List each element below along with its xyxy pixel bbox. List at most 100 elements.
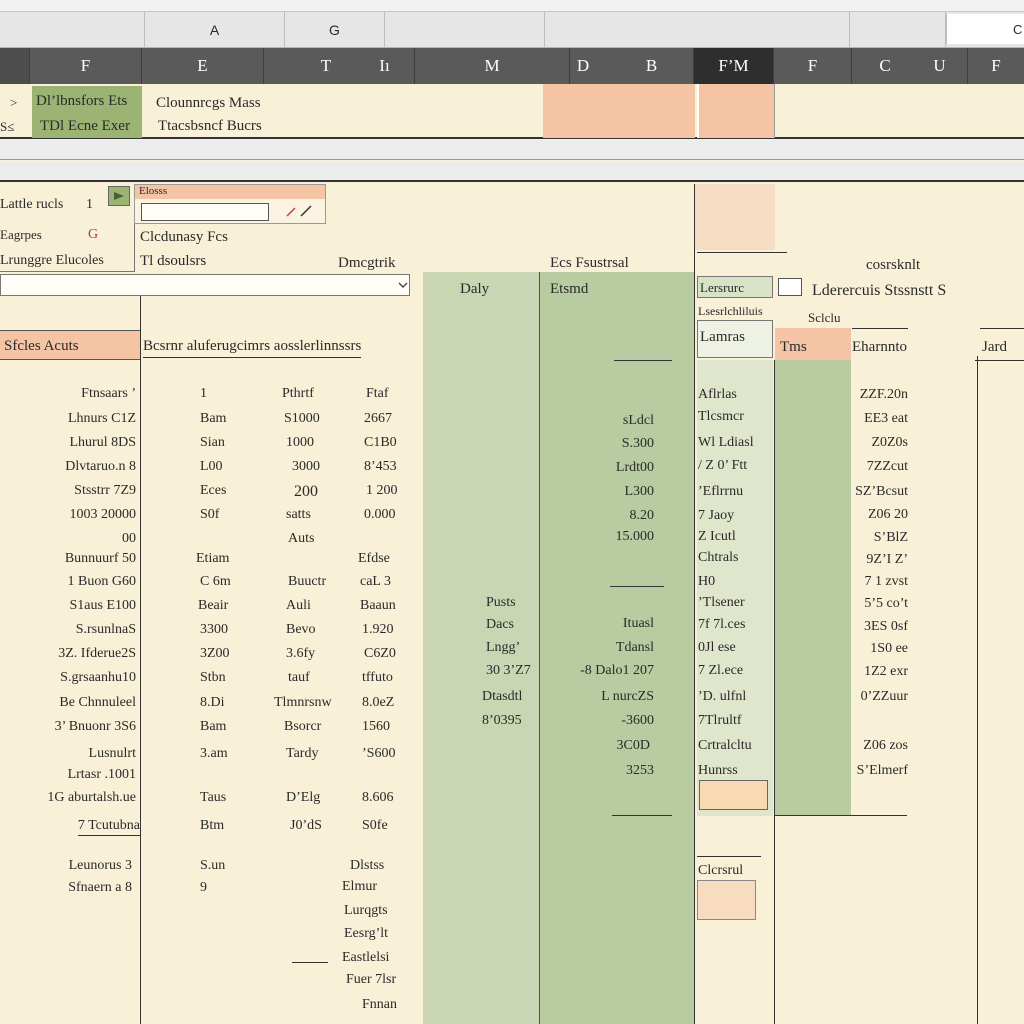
chevron-down-icon[interactable] [397,278,409,296]
header-cell-4[interactable]: Iı [355,48,415,84]
table-row[interactable]: 1003 20000 S0f satts 0.000 [0,505,420,525]
right-value: S’BlZ [873,530,908,545]
table-row[interactable]: 3Z. Ifderue2S 3Z00 3.6fy C6Z0 [0,644,420,664]
row-c1: Bam [200,411,227,426]
table-left: Ftnsaars ’ 1 Pthrtf Ftaf Lhnurs C1Z Bam … [0,384,420,844]
info-green-line: TDl Ecne Exer [40,118,130,134]
table-row[interactable]: S.rsunlnaS 3300 Bevo 1.920 [0,620,420,640]
right-peach-panel [695,184,775,250]
row-c3: ’S600 [362,746,396,761]
right-col-a: Tms [780,339,807,355]
row-c3: 8’453 [364,459,397,474]
right-value: 9Z’I Z’ [866,552,908,567]
header-corner[interactable] [0,48,30,84]
form-text-input[interactable] [141,203,269,221]
right-group-top: cosrsknlt [866,257,921,273]
header-cell-12[interactable]: F [968,48,1024,84]
row-c1: S0f [200,507,220,522]
footer-note: Dlstss [350,858,385,873]
header-cell-9[interactable]: F [774,48,852,84]
footer-row[interactable]: Leunorus 3 S.un [0,856,240,876]
row-name: S1aus E100 [69,598,137,613]
column-header-g[interactable]: G [285,12,385,48]
table-row[interactable]: Lrtasr .1001 [0,765,420,785]
right-bottom-input[interactable] [697,880,756,920]
row-c2: J0’dS [290,818,322,833]
right-cell: Chtrals [698,550,739,565]
row-c2: satts [286,507,311,522]
right-sub-label: Lsesrlchliluis [698,304,763,318]
header-cell-1[interactable]: F [30,48,142,84]
row-c1: 8.Di [200,695,225,710]
table-row[interactable]: 1G aburtalsh.ue Taus D’Elg 8.606 [0,788,420,808]
table-row[interactable]: Lhnurs C1Z Bam S1000 2667 [0,409,420,429]
column-header-blank[interactable] [0,12,145,48]
column-header-blank-2[interactable] [385,12,545,48]
form-line: Tl dsoulsrs [140,253,207,269]
row-c2: Bsorcr [284,719,322,734]
peach-highlight-cell-2[interactable] [697,84,774,138]
table-row[interactable]: Dlvtaruo.n 8 L00 3000 8’453 [0,457,420,477]
row-c3: 8.606 [362,790,394,805]
column-letter-bar: A G C [0,0,1024,48]
column-header-a[interactable]: A [145,12,285,48]
search-bar[interactable] [0,274,410,296]
right-cell: 7 Zl.ece [698,663,744,678]
column-header-blank-4[interactable] [850,12,946,48]
right-cell: 7 Jaoy [698,508,735,523]
row-c2: Auts [288,531,315,546]
mid-cell: 3C0D [616,738,650,753]
table-row[interactable]: Be Chnnuleel 8.Di Tlmnrsnw 8.0eZ [0,693,420,713]
expand-icon[interactable] [108,186,130,206]
table-row[interactable]: S1aus E100 Beair Auli Baaun [0,596,420,616]
right-value: 3ES 0sf [864,619,908,634]
row-c2: Tardy [286,746,319,761]
selected-cell[interactable] [699,780,768,810]
table-row[interactable]: 00 Auts [0,529,420,549]
row-c3: C1B0 [364,435,397,450]
left-caption: Bcsrnr aluferugcimrs aosslerlinnssrs [143,339,362,358]
row-c1: 3.am [200,746,228,761]
table-row[interactable]: 7 Tcutubna Btm J0’dS S0fe [0,816,420,836]
row-c2: 200 [294,483,318,500]
header-cell-11[interactable]: U [912,48,968,84]
pencil-icon[interactable] [285,203,317,223]
table-row[interactable]: Stsstrr 7Z9 Eces 200 1 200 [0,481,420,501]
header-cell-10[interactable]: C [852,48,918,84]
header-cell-7[interactable]: B [610,48,694,84]
table-row[interactable]: 1 Buon G60 C 6m Buuctr caL 3 [0,572,420,592]
date-cell: Pusts [486,595,516,610]
mid-cell: -8 Dalo1 207 [580,663,654,678]
footer-row[interactable]: Sfnaern a 8 9 [0,878,240,898]
column-header-blank-3[interactable] [545,12,850,48]
checkbox[interactable] [778,278,802,296]
row-c3: tffuto [362,670,393,685]
header-cell-2[interactable]: E [142,48,264,84]
footer-value: 9 [200,880,207,895]
ext-column-label: Etsmd [550,281,589,297]
row-name: 7 Tcutubna [77,819,140,836]
row-name: 1003 20000 [69,507,137,522]
date-cell: 8’0395 [482,713,522,728]
table-row[interactable]: Lusnulrt 3.am Tardy ’S600 [0,744,420,764]
row-c2: Pthrtf [282,386,314,401]
row-name: 00 [122,531,136,546]
right-cell: Tlcsmcr [698,409,744,424]
right-value: 7 1 zvst [864,574,908,589]
table-row[interactable]: Lhurul 8DS Sian 1000 C1B0 [0,433,420,453]
row-name: Bunnuurf 50 [64,551,136,566]
right-group-title: Lderercuis Stssnstt S [812,282,947,299]
row-c3: Baaun [360,598,396,613]
table-row[interactable]: Bunnuurf 50 Etiam Efdse [0,549,420,569]
right-col-b: Eharnnto [852,339,907,355]
table-row[interactable]: Ftnsaars ’ 1 Pthrtf Ftaf [0,384,420,404]
search-input[interactable] [1,275,396,295]
name-box[interactable]: C [946,14,1024,44]
header-cell-active[interactable]: F’M [694,48,774,84]
table-row[interactable]: S.grsaanhu10 Stbn tauf tffuto [0,668,420,688]
table-row[interactable]: 3’ Bnuonr 3S6 Bam Bsorcr 1560 [0,717,420,737]
right-green-column [775,360,851,816]
footer-note: Eesrg’lt [344,926,389,941]
date-column-label: Daly [460,281,490,297]
peach-highlight-cell[interactable] [543,84,695,138]
